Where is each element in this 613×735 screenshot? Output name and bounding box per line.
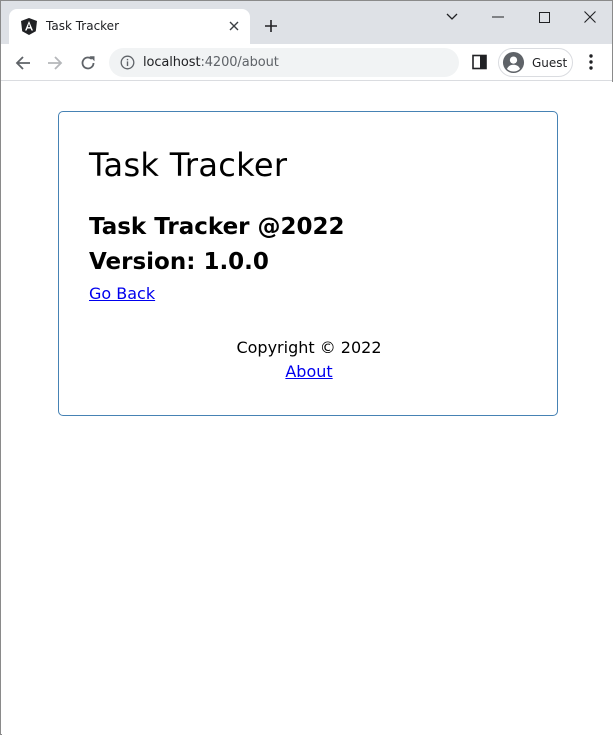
- copyright-text: Copyright © 2022: [236, 338, 382, 357]
- version-text: Version: 1.0.0: [89, 249, 269, 275]
- tab-title: Task Tracker: [46, 19, 120, 33]
- tab-close-icon[interactable]: [225, 17, 243, 35]
- app-container: Task Tracker Task Tracker @2022 Version:…: [58, 111, 558, 416]
- minimize-icon[interactable]: [488, 7, 508, 27]
- about-heading: Task Tracker @2022: [89, 214, 345, 240]
- url-text[interactable]: localhost:4200/about: [143, 55, 279, 70]
- angular-icon: [21, 18, 37, 35]
- tab-strip: Task Tracker: [1, 1, 612, 44]
- url-host: localhost: [143, 55, 201, 70]
- back-arrow-icon[interactable]: [11, 51, 35, 75]
- page-title: Task Tracker: [89, 146, 288, 184]
- address-bar[interactable]: localhost:4200/about: [109, 48, 459, 77]
- site-info-icon[interactable]: [120, 55, 135, 70]
- browser-window: Task Tracker localhost:4200/about Guest …: [0, 0, 613, 735]
- maximize-icon[interactable]: [534, 7, 554, 27]
- new-tab-button[interactable]: [260, 15, 282, 37]
- browser-toolbar: localhost:4200/about Guest: [1, 44, 612, 81]
- go-back-link[interactable]: Go Back: [89, 284, 155, 303]
- url-path: :4200/about: [200, 55, 279, 70]
- reload-icon[interactable]: [76, 51, 100, 75]
- about-link[interactable]: About: [285, 362, 332, 381]
- footer: Copyright © 2022 About: [59, 338, 559, 381]
- active-tab[interactable]: Task Tracker: [9, 9, 250, 44]
- side-panel-icon[interactable]: [471, 53, 489, 71]
- tab-search-chevron-icon[interactable]: [442, 7, 462, 27]
- page-viewport: Task Tracker Task Tracker @2022 Version:…: [2, 82, 613, 735]
- close-window-icon[interactable]: [580, 7, 600, 27]
- profile-name: Guest: [532, 55, 568, 70]
- guest-avatar-icon: [502, 51, 525, 74]
- forward-arrow-icon[interactable]: [43, 51, 67, 75]
- profile-button[interactable]: Guest: [498, 48, 573, 77]
- kebab-menu-icon[interactable]: [583, 52, 599, 72]
